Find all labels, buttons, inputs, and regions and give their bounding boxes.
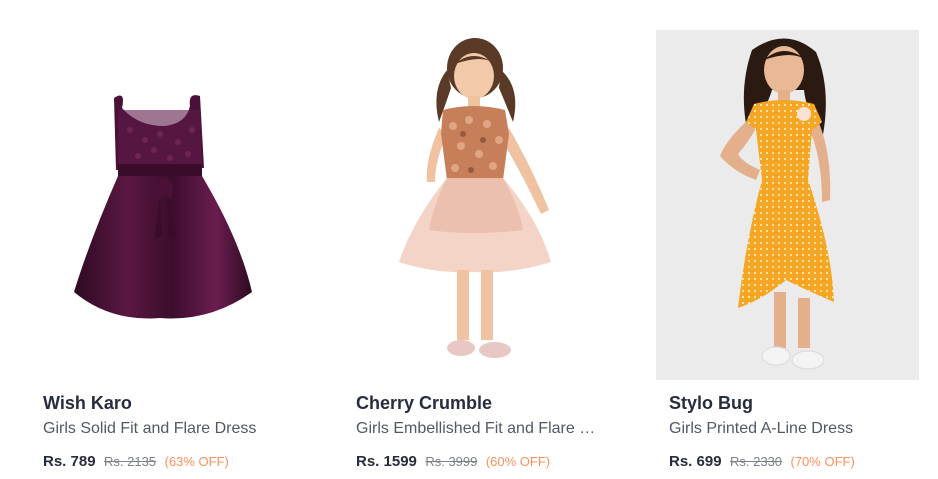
product-mrp: Rs. 2330	[730, 454, 783, 469]
product-image[interactable]	[343, 30, 606, 380]
product-title: Girls Solid Fit and Flare Dress	[43, 420, 257, 437]
purple-dress-image	[74, 95, 252, 319]
product-brand: Cherry Crumble	[356, 393, 493, 413]
product-grid: Wish Karo Girls Solid Fit and Flare Dres…	[0, 0, 938, 479]
price-row: Rs. 1599 Rs. 3999 (60% OFF)	[356, 452, 550, 472]
yellow-printed-dress-model-image	[720, 38, 834, 370]
pink-sequin-dress-model-image	[399, 38, 551, 358]
product-title: Girls Printed A-Line Dress	[669, 420, 854, 437]
product-price: Rs. 789	[43, 453, 96, 470]
product-discount: (60% OFF)	[485, 454, 551, 469]
product-title: Girls Embellished Fit and Flare Dress	[356, 420, 596, 437]
price-row: Rs. 699 Rs. 2330 (70% OFF)	[669, 452, 855, 472]
product-mrp: Rs. 3999	[425, 454, 478, 469]
product-discount: (70% OFF)	[790, 454, 855, 469]
product-mrp: Rs. 2135	[104, 454, 157, 469]
product-brand: Stylo Bug	[669, 393, 753, 413]
product-brand: Wish Karo	[43, 393, 132, 413]
product-price: Rs. 699	[669, 453, 722, 470]
product-image[interactable]	[656, 30, 919, 380]
product-image[interactable]	[30, 30, 293, 380]
product-card-cherry-crumble[interactable]: Cherry Crumble Girls Embellished Fit and…	[343, 0, 607, 479]
product-price: Rs. 1599	[356, 453, 417, 470]
price-row: Rs. 789 Rs. 2135 (63% OFF)	[43, 452, 229, 472]
product-card-wish-karo[interactable]: Wish Karo Girls Solid Fit and Flare Dres…	[30, 0, 294, 479]
product-card-stylo-bug[interactable]: Stylo Bug Girls Printed A-Line Dress Rs.…	[656, 0, 920, 479]
product-discount: (63% OFF)	[164, 454, 229, 469]
